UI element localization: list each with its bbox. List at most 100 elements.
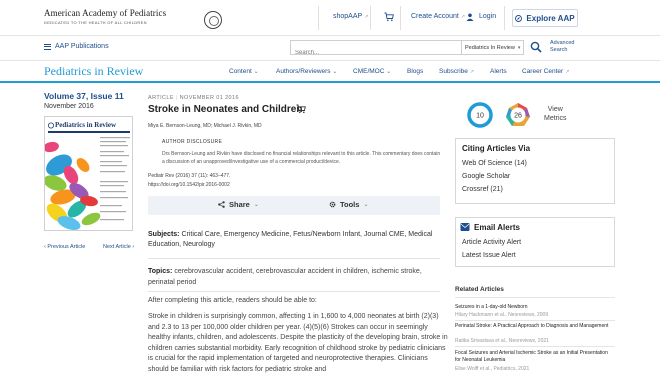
publications-label: AAP Publications (55, 43, 109, 50)
article-doi-link[interactable]: https://doi.org/10.1542/pir.2016-0002 (148, 182, 230, 188)
issue-date: November 2016 (44, 103, 94, 110)
search-icon[interactable] (530, 41, 542, 53)
subjects-label: Subjects: (148, 231, 180, 238)
topics-label: Topics: (148, 268, 173, 275)
org-name: American Academy of Pediatrics (44, 8, 167, 18)
divider (148, 258, 440, 259)
cart-icon[interactable] (384, 12, 394, 22)
view-metrics-link[interactable]: View Metrics (544, 105, 567, 123)
issue-volume-link[interactable]: Volume 37, Issue 11 (44, 91, 124, 101)
email-alerts-heading: Email Alerts (474, 223, 520, 232)
top-bar: American Academy of Pediatrics DEDICATED… (0, 0, 660, 36)
search-scope-select[interactable]: Pediatrics In Review ▾ (462, 40, 524, 55)
external-link-icon: ↗ (364, 14, 369, 20)
explore-aap-button[interactable]: Explore AAP (512, 9, 578, 27)
article-action-bar: Share ⌄ Tools ⌄ (148, 196, 440, 215)
dimensions-badge-icon[interactable]: 10 (467, 102, 493, 128)
related-articles-heading: Related Articles (455, 286, 504, 293)
divider (455, 320, 615, 321)
author-disclosure-heading: AUTHOR DISCLOSURE (162, 139, 223, 145)
related-article-title[interactable]: Focal Seizures and Arterial Ischemic Str… (455, 350, 615, 363)
divider (400, 6, 401, 30)
issue-cover-image[interactable]: Pediatrics in Review (44, 116, 133, 231)
compass-icon (515, 14, 523, 22)
nav-subscribe[interactable]: Subscribe ↗ (439, 68, 474, 75)
nav-content[interactable]: Content ⌄ (229, 68, 259, 75)
related-article-meta: Ratika Srivastava et al., Neoreviews, 20… (455, 338, 549, 344)
share-button[interactable]: Share ⌄ (218, 200, 259, 209)
share-label: Share (229, 200, 250, 209)
divider (504, 6, 505, 30)
shopaap-link[interactable]: shopAAP ↗ (333, 13, 368, 20)
divider (455, 346, 615, 347)
login-link[interactable]: Login (479, 13, 496, 20)
article-date: NOVEMBER 01 2016 (179, 95, 239, 101)
external-link-icon: ↗ (565, 69, 570, 75)
google-scholar-link[interactable]: Google Scholar (462, 173, 510, 180)
topics-list[interactable]: cerebrovascular accident, cerebrovascula… (148, 268, 422, 286)
aap-logo[interactable]: American Academy of Pediatrics DEDICATED… (44, 6, 222, 32)
publications-bar: AAP Publications Pediatrics In Review ▾ … (0, 36, 660, 60)
search-input[interactable] (291, 46, 461, 60)
advanced-search-link[interactable]: Advanced Search (550, 40, 574, 53)
explore-aap-label: Explore AAP (526, 13, 575, 23)
related-article-meta: Hilary Hackmann et al., Neoreviews, 2009 (455, 312, 549, 318)
chevron-down-icon: ⌄ (253, 202, 259, 208)
cover-title: Pediatrics in Review (55, 121, 117, 129)
external-link-icon: ↗ (469, 69, 475, 75)
article-authors[interactable]: Miya E. Bernson-Leung, MD; Michael J. Ri… (148, 123, 262, 129)
related-article-title[interactable]: Seizures in a 1-day-old Newborn (455, 304, 615, 311)
learning-objectives-intro: After completing this article, readers s… (148, 297, 317, 304)
nav-career-center[interactable]: Career Center ↗ (522, 68, 569, 75)
previous-article-link[interactable]: ‹ Previous Article (44, 244, 85, 250)
add-to-cart-icon[interactable] (296, 104, 306, 114)
chevron-down-icon: ⌄ (386, 69, 392, 75)
article-title: Stroke in Neonates and Children (148, 104, 303, 115)
divider (370, 6, 371, 30)
hamburger-menu-icon (44, 43, 51, 50)
nav-blogs[interactable]: Blogs (407, 68, 423, 75)
altmetric-badge-icon[interactable]: 26 (505, 102, 531, 128)
share-icon (218, 201, 225, 208)
related-article-title[interactable]: Perinatal Stroke: A Practical Approach t… (455, 323, 615, 330)
web-of-science-link[interactable]: Web Of Science (14) (462, 160, 527, 167)
article-subjects: Subjects: Critical Care, Emergency Medic… (148, 230, 440, 250)
subjects-list[interactable]: Critical Care, Emergency Medicine, Fetus… (148, 231, 432, 248)
cover-artwork (45, 137, 130, 230)
email-alerts-panel: Email Alerts Article Activity Alert Late… (455, 217, 615, 267)
aap-seal-icon (204, 11, 222, 29)
nav-alerts[interactable]: Alerts (490, 68, 507, 75)
cover-rule (48, 131, 130, 133)
aap-publications-menu[interactable]: AAP Publications (44, 43, 109, 50)
author-disclosure-text: Drs Bernson-Leung and Rivkin have disclo… (162, 151, 441, 165)
chevron-down-icon: ▾ (517, 44, 521, 51)
chevron-down-icon: ⌄ (253, 69, 259, 75)
article-type: ARTICLE (148, 95, 174, 101)
journal-nav-bar: Pediatrics in Review Content ⌄ Authors/R… (0, 60, 660, 83)
article-activity-alert-link[interactable]: Article Activity Alert (462, 239, 521, 246)
create-account-link[interactable]: Create Account ↗ (411, 13, 465, 20)
divider (318, 6, 319, 30)
next-article-link[interactable]: Next Article › (103, 244, 134, 250)
latest-issue-alert-link[interactable]: Latest Issue Alert (462, 252, 516, 259)
bell-icon (460, 223, 470, 231)
altmetric-score: 26 (514, 113, 522, 120)
nav-cme-moc[interactable]: CME/MOC ⌄ (353, 68, 391, 75)
user-icon (466, 13, 474, 21)
tools-label: Tools (340, 200, 360, 209)
nav-authors-reviewers[interactable]: Authors/Reviewers ⌄ (276, 68, 337, 75)
search-scope-value: Pediatrics In Review (465, 44, 515, 51)
journal-title[interactable]: Pediatrics in Review (44, 64, 143, 79)
crossref-link[interactable]: Crossref (21) (462, 186, 503, 193)
related-article-meta: Elise Wolff et al., Pediatrics, 2021 (455, 366, 530, 372)
divider (148, 291, 440, 292)
divider (455, 297, 615, 298)
aap-seal-icon (48, 122, 54, 129)
article-citation: Pediatr Rev (2016) 37 (11): 463–477. (148, 173, 231, 179)
citing-articles-panel: Citing Articles Via Web Of Science (14) … (455, 138, 615, 204)
tools-button[interactable]: Tools ⌄ (329, 200, 368, 209)
article-topics: Topics: cerebrovascular accident, cerebr… (148, 266, 440, 288)
article-body-paragraph: Stroke in children is surprisingly commo… (148, 313, 448, 373)
article-meta: ARTICLE | NOVEMBER 01 2016 (148, 95, 239, 101)
external-link-icon: ↗ (460, 14, 466, 20)
